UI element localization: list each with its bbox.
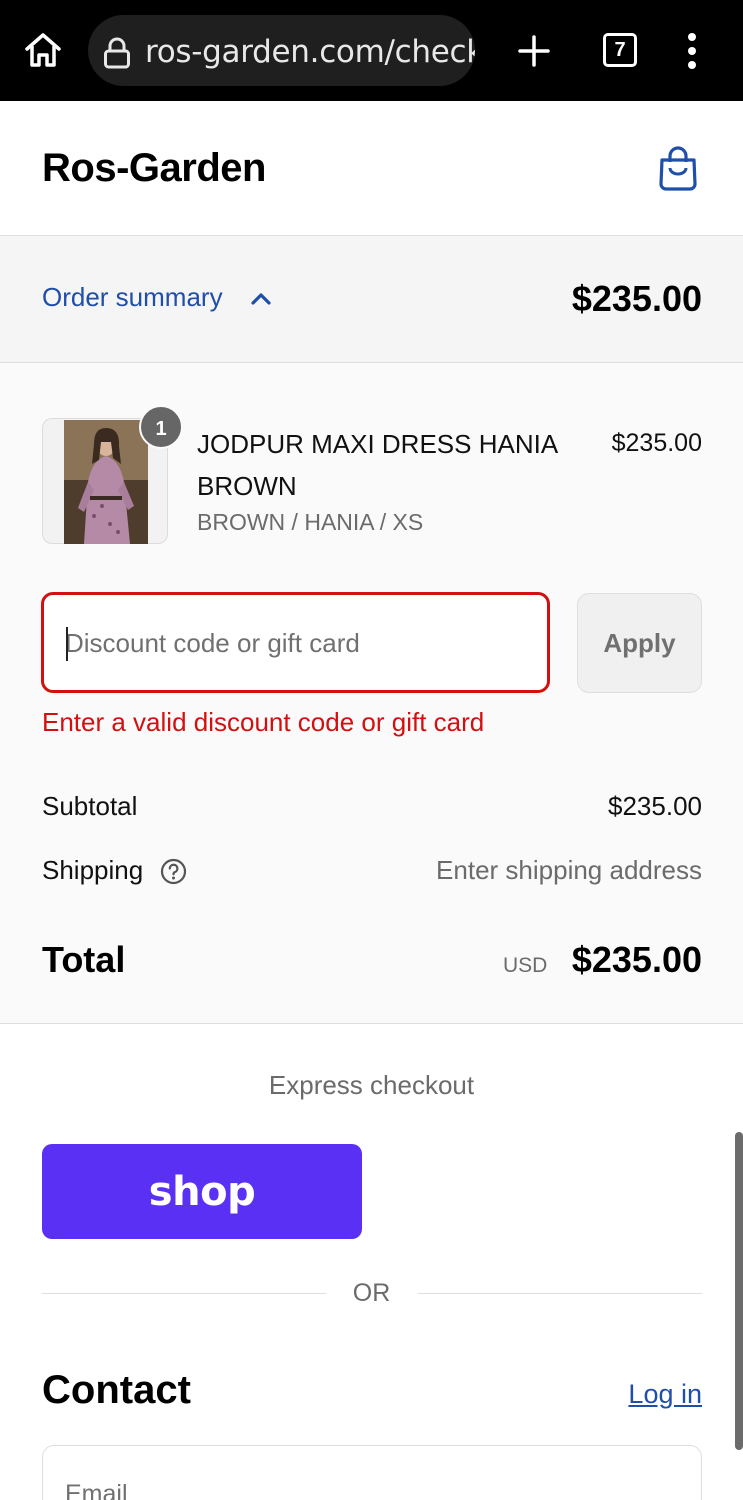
shop-pay-button[interactable]: shop [42, 1144, 362, 1239]
help-circle-icon[interactable] [160, 858, 187, 885]
site-header: Ros-Garden [0, 101, 743, 236]
total-value: $235.00 [571, 939, 702, 980]
home-icon[interactable] [22, 30, 64, 70]
url-text: ros-garden.com/check [145, 34, 475, 70]
log-in-link[interactable]: Log in [628, 1379, 702, 1410]
total-label: Total [42, 939, 126, 980]
discount-error-message: Enter a valid discount code or gift card [42, 707, 485, 737]
store-logo[interactable]: Ros-Garden [42, 146, 266, 191]
product-variant: BROWN / HANIA / XS [197, 509, 424, 535]
lock-icon [102, 37, 132, 69]
text-cursor [66, 627, 68, 661]
express-checkout-heading: Express checkout [268, 1070, 475, 1100]
email-field[interactable]: Email [42, 1445, 702, 1500]
order-summary-total: $235.00 [571, 278, 702, 319]
subtotal-label: Subtotal [42, 791, 138, 821]
email-placeholder: Email [65, 1480, 128, 1500]
page-scrollbar[interactable] [735, 1132, 743, 1450]
more-menu-icon[interactable] [683, 33, 701, 69]
discount-code-field[interactable] [41, 592, 550, 693]
tab-switcher-button[interactable]: 7 [603, 33, 637, 67]
quantity-badge: 1 [139, 405, 183, 449]
product-image [64, 420, 148, 544]
browser-toolbar: ros-garden.com/check 7 [0, 0, 743, 101]
new-tab-icon[interactable] [516, 33, 552, 69]
apply-discount-button[interactable]: Apply [577, 593, 702, 693]
order-summary-panel: 1 JODPUR MAXI DRESS HANIA BROWN BROWN / … [0, 363, 743, 1024]
total-currency: USD [503, 954, 548, 977]
discount-code-input[interactable] [65, 623, 525, 663]
shipping-label: Shipping [42, 855, 144, 885]
order-summary-toggle[interactable]: Order summary $235.00 [0, 236, 743, 363]
contact-heading: Contact [42, 1368, 191, 1412]
subtotal-value: $235.00 [608, 791, 702, 821]
address-bar[interactable]: ros-garden.com/check [88, 15, 475, 86]
divider-right [418, 1293, 702, 1294]
product-price: $235.00 [611, 429, 702, 457]
order-summary-label[interactable]: Order summary [42, 282, 223, 313]
shopping-bag-icon[interactable] [657, 146, 699, 192]
product-name: JODPUR MAXI DRESS HANIA BROWN [197, 429, 557, 501]
shipping-value: Enter shipping address [436, 855, 702, 885]
chevron-up-icon[interactable] [250, 290, 272, 306]
